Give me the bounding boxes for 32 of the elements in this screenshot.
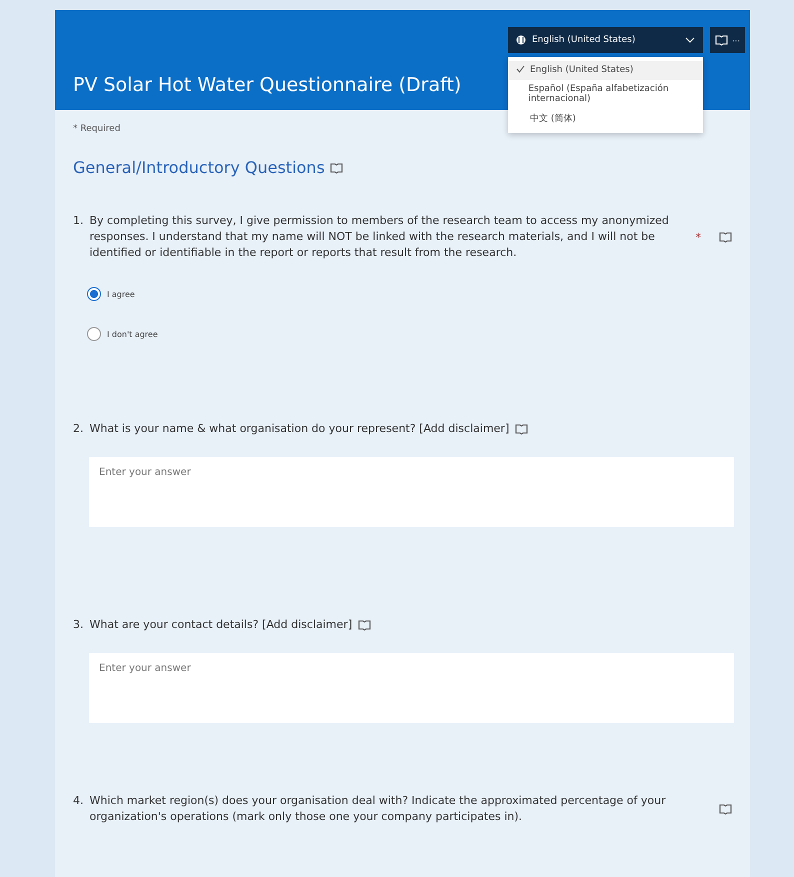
answer-field[interactable]: Enter your answer: [89, 653, 734, 723]
immersive-reader-icon[interactable]: [719, 231, 732, 243]
immersive-reader-icon[interactable]: [719, 803, 732, 815]
radio-button[interactable]: [87, 327, 101, 341]
section-title: General/Introductory Questions: [73, 158, 325, 177]
answer-field[interactable]: Enter your answer: [89, 457, 734, 527]
chevron-icon: [685, 37, 695, 43]
required-note: * Required: [73, 124, 122, 134]
immersive-reader-icon[interactable]: [515, 423, 528, 435]
language-option[interactable]: Español (España alfabetización internacional): [508, 80, 703, 108]
question-text: By completing this survey, I give permission to members of the research team to access my anonymized responses. I understand that my name will NOT be linked with the research materials, and I will not be identified or identifiable in the report or reports that result from the research.: [90, 213, 670, 261]
required-mark: *: [696, 230, 701, 244]
radio-option[interactable]: I agree: [87, 287, 732, 301]
question-text: What are your contact details? [Add disclaimer]: [90, 617, 352, 633]
toolbar-button[interactable]: ···: [710, 27, 745, 53]
check-icon: [516, 65, 525, 73]
form-title: PV Solar Hot Water Questionnaire (Draft): [73, 74, 462, 96]
language-option[interactable]: 中文 (简体): [508, 108, 703, 129]
language-button[interactable]: English (United States): [508, 27, 703, 53]
language-option[interactable]: English (United States): [508, 61, 703, 80]
immersive-reader-icon[interactable]: [358, 619, 372, 631]
immersive-reader-icon[interactable]: [330, 162, 343, 174]
question-number: 3.: [73, 617, 84, 633]
question-text: What is your name & what organisation do your represent? [Add disclaimer]: [90, 421, 510, 437]
question-number: 2.: [73, 421, 84, 437]
radio-button[interactable]: [87, 287, 101, 301]
question-number: 1.: [73, 213, 84, 229]
more-text: ···: [732, 36, 740, 44]
question-number: 4.: [73, 793, 84, 809]
question-text: Which market region(s) does your organisation deal with? Indicate the approximated percentage of your organization's operations (mark only those one your company participates in).: [90, 793, 667, 825]
radio-option[interactable]: I don't agree: [87, 327, 732, 341]
globe-icon: [516, 35, 526, 45]
